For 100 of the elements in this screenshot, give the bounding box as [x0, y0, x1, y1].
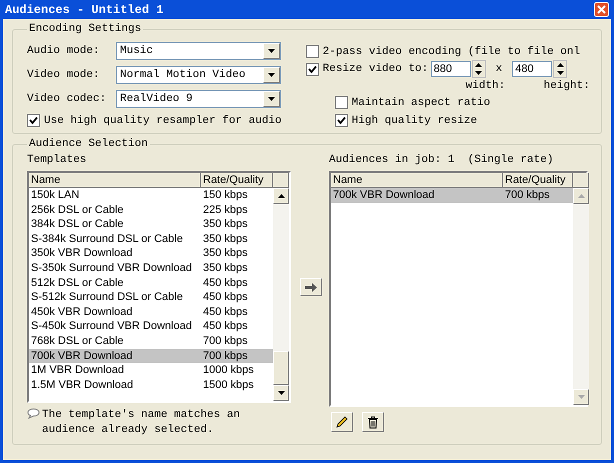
table-cell-text: 512k DSL or Cable — [30, 276, 125, 290]
field-label: Audio mode: — [27, 45, 101, 57]
header-blank — [273, 173, 289, 188]
speech-bubble-icon — [27, 408, 40, 419]
dropdown-button[interactable] — [263, 91, 280, 107]
list-box[interactable] — [27, 171, 291, 403]
list-row[interactable]: 700k VBR Download 700 kbps — [29, 348, 273, 364]
arrow-right-icon — [304, 282, 316, 292]
list-row[interactable]: 512k DSL or Cable 450 kbps — [29, 276, 273, 290]
caret-icon — [278, 194, 284, 198]
list-label: Templates — [27, 154, 88, 166]
window-title: Audiences - Untitled 1 — [5, 2, 164, 16]
list-row[interactable]: 1.5M VBR Download 1500 kbps — [29, 378, 273, 392]
table-cell-text: 350 kbps — [202, 246, 249, 261]
table-cell-text: 1.5M VBR Download — [30, 378, 134, 392]
scrollbar[interactable] — [273, 173, 289, 401]
list-row[interactable]: 350k VBR Download 350 kbps — [29, 246, 273, 261]
list-row[interactable]: 700k VBR Download 700 kbps — [331, 188, 573, 203]
table-cell-text: 350 kbps — [202, 232, 249, 246]
column-header[interactable]: Rate/Quality — [503, 173, 573, 188]
table-cell-text: 150 kbps — [202, 188, 249, 203]
checkbox-label: 2-pass video encoding (file to file onl — [322, 46, 580, 58]
close-button[interactable] — [594, 2, 609, 17]
table-cell-text: 450 kbps — [202, 290, 249, 305]
scroll-up-button[interactable] — [273, 188, 289, 204]
dropdown-button[interactable] — [263, 67, 280, 83]
caret-icon — [278, 391, 284, 395]
checkbox-label: Use high quality resampler for audio — [44, 114, 282, 126]
table-cell-text: S-350k Surround VBR Download — [30, 260, 193, 276]
table-cell-text: 1M VBR Download — [30, 363, 125, 378]
list-row[interactable]: S-512k Surround DSL or Cable 450 kbps — [29, 290, 273, 305]
list-row[interactable]: S-350k Surround VBR Download 350 kbps — [29, 260, 273, 276]
dropdown[interactable]: Normal Motion Video — [116, 66, 281, 84]
list-label: Audiences in job: 1 (Single rate) — [329, 154, 554, 166]
caret-icon — [578, 395, 584, 399]
caret-icon — [578, 194, 584, 198]
caret-icon — [268, 49, 275, 53]
checkbox[interactable] — [334, 96, 348, 109]
checkbox[interactable] — [334, 114, 348, 127]
list-row[interactable]: 256k DSL or Cable 225 kbps — [29, 202, 273, 218]
list-box[interactable]: Name Rate/Quality 700k VBR Download 700 kbps — [329, 171, 588, 407]
column-header[interactable]: Name — [29, 173, 201, 188]
list-row[interactable]: S-384k Surround DSL or Cable 350 kbps — [29, 232, 273, 246]
height-input[interactable]: 480 — [512, 61, 552, 77]
dropdown-button[interactable] — [263, 43, 280, 59]
field-label: height: — [544, 80, 590, 92]
checkbox[interactable] — [306, 62, 319, 76]
dropdown[interactable]: Music — [116, 42, 281, 60]
list-row[interactable]: 150k LAN 150 kbps — [29, 188, 273, 203]
table-cell-text: 700k VBR Download — [332, 188, 436, 203]
table-cell-text: 256k DSL or Cable — [30, 202, 125, 218]
pencil-icon — [336, 416, 348, 428]
list-row[interactable]: 768k DSL or Cable 700 kbps — [29, 334, 273, 349]
header-blank — [573, 173, 589, 188]
field-label: Video mode: — [27, 69, 101, 81]
width-input[interactable]: 880 — [430, 61, 471, 77]
table-cell-text: 450 kbps — [202, 304, 249, 320]
table-cell-text: 700k VBR Download — [30, 348, 134, 364]
checkbox[interactable] — [306, 45, 319, 58]
scroll-down-button[interactable] — [273, 385, 289, 401]
table-cell-text: 700 kbps — [202, 334, 249, 349]
dropdown[interactable]: RealVideo 9 — [116, 90, 281, 108]
note-text: The template's name matches an audience already selected. — [42, 408, 242, 438]
table-cell-text: 150k LAN — [30, 188, 80, 203]
table-cell-text: 350 kbps — [202, 217, 249, 232]
checkbox-label: High quality resize — [352, 114, 478, 126]
table-cell-text: 350k VBR Download — [30, 246, 134, 261]
edit-button[interactable] — [331, 412, 353, 432]
table-cell-text: 225 kbps — [202, 202, 249, 218]
column-header[interactable]: Name — [331, 173, 503, 188]
table-cell-text: S-512k Surround DSL or Cable — [30, 290, 184, 305]
table-cell-text: 450 kbps — [202, 319, 249, 334]
field-label: width: — [466, 80, 506, 92]
table-cell-text: 768k DSL or Cable — [30, 334, 125, 349]
table-cell-text: 1500 kbps — [202, 378, 255, 392]
list-row[interactable]: 384k DSL or Cable 350 kbps — [29, 217, 273, 232]
table-cell-text: 450 kbps — [202, 276, 249, 290]
table-cell-text: 384k DSL or Cable — [30, 217, 125, 232]
table-cell-text: 700 kbps — [202, 348, 249, 364]
checkbox[interactable] — [27, 114, 40, 127]
spinner-buttons[interactable] — [553, 60, 568, 78]
delete-button[interactable] — [362, 412, 384, 432]
table-cell-text: S-384k Surround DSL or Cable — [30, 232, 184, 246]
list-row[interactable]: 450k VBR Download 450 kbps — [29, 304, 273, 320]
table-cell-text: 1000 kbps — [202, 363, 255, 378]
list-row[interactable]: 1M VBR Download 1000 kbps — [29, 363, 273, 378]
spinner-buttons[interactable] — [472, 60, 486, 78]
table-cell-text: S-450k Surround VBR Download — [30, 319, 193, 334]
trash-icon — [367, 416, 379, 428]
caret-icon — [268, 73, 275, 77]
list-row[interactable]: S-450k Surround VBR Download 450 kbps — [29, 319, 273, 334]
group-title: Audience Selection — [28, 138, 149, 150]
table-cell-text: 450k VBR Download — [30, 304, 134, 320]
table-cell-text: 700 kbps — [504, 188, 551, 203]
scroll-thumb[interactable] — [273, 351, 289, 385]
table-cell-text: 350 kbps — [202, 260, 249, 276]
add-button[interactable] — [300, 278, 322, 296]
column-header[interactable]: Rate/Quality — [201, 173, 273, 188]
checkbox-label: Maintain aspect ratio — [352, 96, 490, 108]
group-title: Encoding Settings — [28, 23, 142, 35]
